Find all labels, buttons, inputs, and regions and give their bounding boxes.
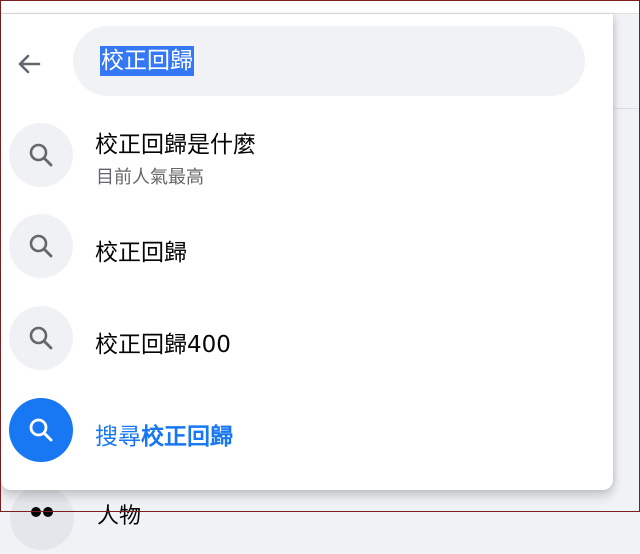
search-dropdown: 校正回歸 校正回歸是什麼 目前人氣最高 校正回歸 校正回歸400 搜尋校正回歸 bbox=[1, 14, 613, 490]
top-bar bbox=[1, 1, 639, 14]
search-icon bbox=[29, 234, 53, 258]
suggestion-item[interactable]: 校正回歸是什麼 目前人氣最高 bbox=[1, 111, 613, 199]
search-icon bbox=[29, 143, 53, 167]
search-for-query-item[interactable]: 搜尋校正回歸 bbox=[1, 386, 613, 474]
search-action-icon-wrap bbox=[9, 398, 73, 462]
suggestion-item[interactable]: 校正回歸400 bbox=[1, 294, 613, 382]
suggestion-icon-wrap bbox=[9, 306, 73, 370]
background-item-label: 人物 bbox=[97, 504, 142, 529]
search-input[interactable]: 校正回歸 bbox=[73, 26, 585, 96]
divider bbox=[614, 108, 639, 109]
search-action-prefix: 搜尋 bbox=[95, 424, 141, 450]
search-icon bbox=[29, 418, 53, 442]
search-for-query-label: 搜尋校正回歸 bbox=[95, 417, 233, 451]
background-right-strip bbox=[614, 14, 639, 508]
search-icon bbox=[29, 326, 53, 350]
suggestion-subtitle: 目前人氣最高 bbox=[96, 167, 204, 188]
search-input-value[interactable]: 校正回歸 bbox=[100, 46, 194, 76]
suggestion-item[interactable]: 校正回歸 bbox=[1, 202, 613, 290]
search-action-query: 校正回歸 bbox=[141, 424, 233, 450]
arrow-left-icon bbox=[18, 54, 41, 74]
suggestion-label: 校正回歸是什麼 bbox=[95, 132, 256, 158]
suggestion-icon-wrap bbox=[9, 123, 73, 187]
suggestion-label: 校正回歸 bbox=[95, 240, 187, 266]
people-icon bbox=[10, 486, 74, 550]
suggestion-icon-wrap bbox=[9, 214, 73, 278]
suggestion-label: 校正回歸400 bbox=[95, 332, 231, 358]
back-button[interactable] bbox=[9, 44, 49, 84]
